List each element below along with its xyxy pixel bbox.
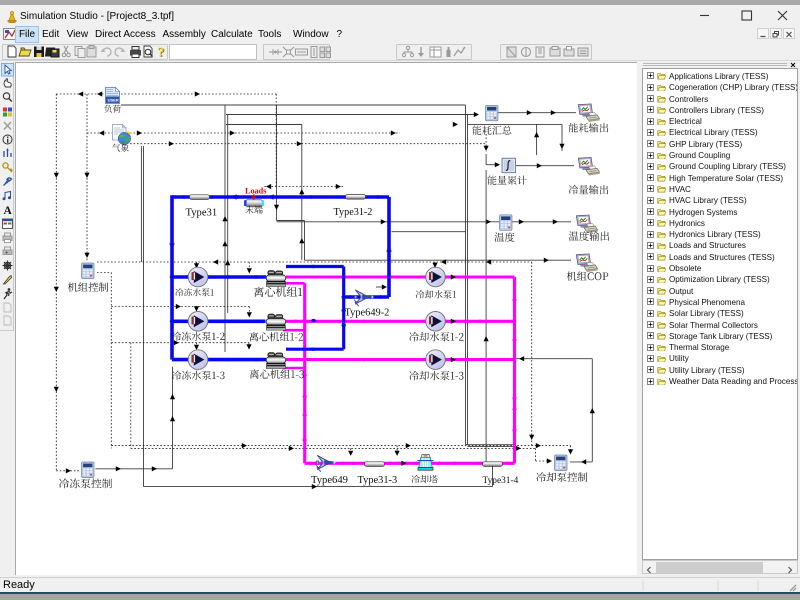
svg-text:Type31-3: Type31-3 xyxy=(358,475,398,486)
svg-text:Type649-2: Type649-2 xyxy=(345,308,390,319)
svg-text:Type649: Type649 xyxy=(311,475,348,486)
svg-text:Type31-2: Type31-2 xyxy=(334,207,373,218)
svg-text:Type31: Type31 xyxy=(186,208,218,219)
svg-text:Type31-4: Type31-4 xyxy=(483,476,519,486)
svg-text:Loads: Loads xyxy=(245,186,266,195)
